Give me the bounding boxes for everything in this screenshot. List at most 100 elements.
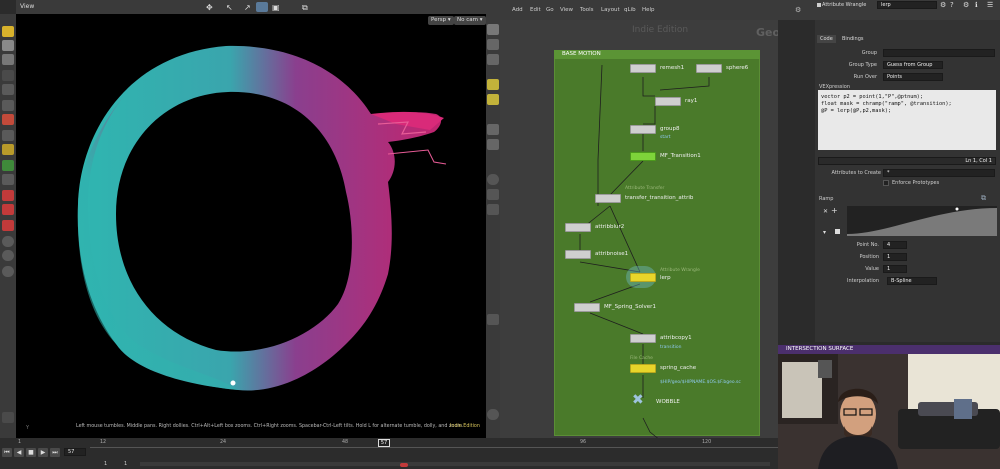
settings-icon[interactable]: ⚙ <box>963 1 969 9</box>
ramp-point-marker-icon[interactable] <box>835 229 840 234</box>
group-type-select[interactable]: Guess from Group <box>883 61 943 69</box>
options-icon[interactable]: ☰ <box>987 1 993 9</box>
stop-button[interactable]: ■ <box>26 448 36 457</box>
magnet-icon[interactable] <box>2 190 14 201</box>
ramp-editor[interactable] <box>847 206 997 236</box>
menu-go[interactable]: Go <box>546 7 554 13</box>
ramp-expand-icon[interactable]: ▾ <box>823 229 826 236</box>
range-slider[interactable] <box>140 462 770 466</box>
display-option-icon[interactable] <box>487 24 499 35</box>
interpolation-select[interactable]: B-Spline <box>887 277 937 285</box>
node-mf-transition1[interactable] <box>630 152 656 161</box>
pane-tools-icon[interactable]: ⚙ <box>795 6 801 14</box>
node-transfer-transition-attrib[interactable] <box>595 194 621 203</box>
handle-tool-icon[interactable] <box>2 114 14 125</box>
help-icon[interactable]: ? <box>950 1 954 9</box>
menu-layout[interactable]: Layout <box>601 7 620 13</box>
current-frame-marker[interactable]: 57 <box>378 439 390 447</box>
node-group8[interactable] <box>630 125 656 134</box>
play-button[interactable]: ▶ <box>38 448 48 457</box>
timeline[interactable]: 1 12 24 48 57 96 120 ⏮ ◀ ■ ▶ ⏭ 57 1 1 <box>0 438 778 469</box>
menu-tools[interactable]: Tools <box>580 7 594 13</box>
current-frame-text: 57 <box>380 440 388 446</box>
node-spring-cache[interactable] <box>630 364 656 373</box>
magnet-2-icon[interactable] <box>2 204 14 215</box>
ramp-add-icon[interactable]: + <box>831 206 838 215</box>
menu-qlib[interactable]: qLib <box>624 7 636 13</box>
node-ray1[interactable] <box>655 97 681 106</box>
background-icon[interactable] <box>487 139 499 150</box>
tick-48: 48 <box>342 440 349 445</box>
select-arrow-icon[interactable]: ↖ <box>226 3 233 12</box>
frame-field[interactable]: 57 <box>64 448 86 456</box>
light-icon[interactable] <box>487 79 499 90</box>
lock-view-icon[interactable] <box>487 54 499 65</box>
start-frame-label[interactable]: 1 <box>104 461 107 467</box>
viewport[interactable]: Persp ▾ No cam ▾ Y Left mouse tumbles. M… <box>16 14 486 439</box>
normal-display-icon[interactable] <box>487 189 499 200</box>
arrow-tool-icon[interactable] <box>2 70 14 81</box>
point-display-icon[interactable] <box>487 174 499 185</box>
node-mf-spring-solver1[interactable] <box>574 303 600 312</box>
magnet-3-icon[interactable] <box>2 220 14 231</box>
step-back-button[interactable]: ◀ <box>14 448 24 457</box>
guide-display-icon[interactable] <box>487 204 499 215</box>
group-field[interactable] <box>883 49 995 57</box>
jump-end-button[interactable]: ⏭ <box>50 448 60 457</box>
end-frame-label[interactable]: 1 <box>124 461 127 467</box>
node-attribcopy1[interactable] <box>630 334 656 343</box>
ramp-presets-icon[interactable]: ⧉ <box>981 194 986 203</box>
snap-point-icon[interactable] <box>2 174 14 185</box>
brush-tool-icon[interactable] <box>2 130 14 141</box>
node-name-field[interactable]: lerp <box>877 1 937 9</box>
node-label-spring-cache: spring_cache <box>660 365 697 371</box>
select-plus-icon[interactable]: ↗ <box>244 3 251 12</box>
node-wires <box>579 64 710 440</box>
bulb-icon[interactable] <box>487 94 499 105</box>
display-icon[interactable]: ▣ <box>272 3 280 12</box>
target-3-icon[interactable] <box>2 266 14 277</box>
network-editor[interactable]: Indie Edition Geometry BASE MOTION remes… <box>500 20 778 440</box>
attrs-create-field[interactable]: * <box>883 169 995 177</box>
node-attribblur2[interactable] <box>565 223 591 232</box>
shading-icon[interactable] <box>487 124 499 135</box>
node-sphere6[interactable] <box>696 64 722 73</box>
snap-icon[interactable]: ⧉ <box>302 3 308 13</box>
node-remesh1[interactable] <box>630 64 656 73</box>
move-tool-icon[interactable] <box>2 40 14 51</box>
jump-start-button[interactable]: ⏮ <box>2 448 12 457</box>
pose-tool-icon[interactable] <box>2 100 14 111</box>
snap-grid-icon[interactable] <box>2 144 14 155</box>
target-icon[interactable] <box>2 236 14 247</box>
camera-icon[interactable] <box>256 2 268 12</box>
ramp-delete-icon[interactable]: ✕ <box>823 208 828 215</box>
menu-add[interactable]: Add <box>512 7 523 13</box>
tab-code[interactable]: Code <box>817 35 836 43</box>
snap-prim-icon[interactable] <box>2 160 14 171</box>
menu-edit[interactable]: Edit <box>530 7 541 13</box>
viewport-title: View <box>20 3 35 10</box>
run-over-select[interactable]: Points <box>883 73 943 81</box>
tumble-tool-icon[interactable]: ✥ <box>206 3 213 12</box>
point-no-field[interactable]: 4 <box>883 241 907 249</box>
rotate-tool-icon[interactable] <box>2 54 14 65</box>
wobble-null-icon[interactable]: ✖ <box>632 392 644 408</box>
select-tool-icon[interactable] <box>2 26 14 37</box>
target-2-icon[interactable] <box>2 250 14 261</box>
node-lerp[interactable] <box>630 273 656 282</box>
position-field[interactable]: 1 <box>883 253 907 261</box>
timeline-track[interactable] <box>90 447 778 448</box>
vex-code-editor[interactable]: vector p2 = point(1,"P",@ptnum); float m… <box>818 90 996 150</box>
pin-icon[interactable]: ℹ <box>975 1 978 9</box>
lock-tool-icon[interactable] <box>2 84 14 95</box>
info-icon[interactable] <box>487 409 499 420</box>
menu-help[interactable]: Help <box>642 7 655 13</box>
value-field[interactable]: 1 <box>883 265 907 273</box>
gear-icon[interactable]: ⚙ <box>940 1 946 9</box>
enforce-checkbox[interactable] <box>883 180 889 186</box>
tab-bindings[interactable]: Bindings <box>839 35 867 43</box>
home-view-icon[interactable] <box>487 39 499 50</box>
menu-view[interactable]: View <box>560 7 573 13</box>
node-attribnoise1[interactable] <box>565 250 591 259</box>
text-display-icon[interactable] <box>487 314 499 325</box>
